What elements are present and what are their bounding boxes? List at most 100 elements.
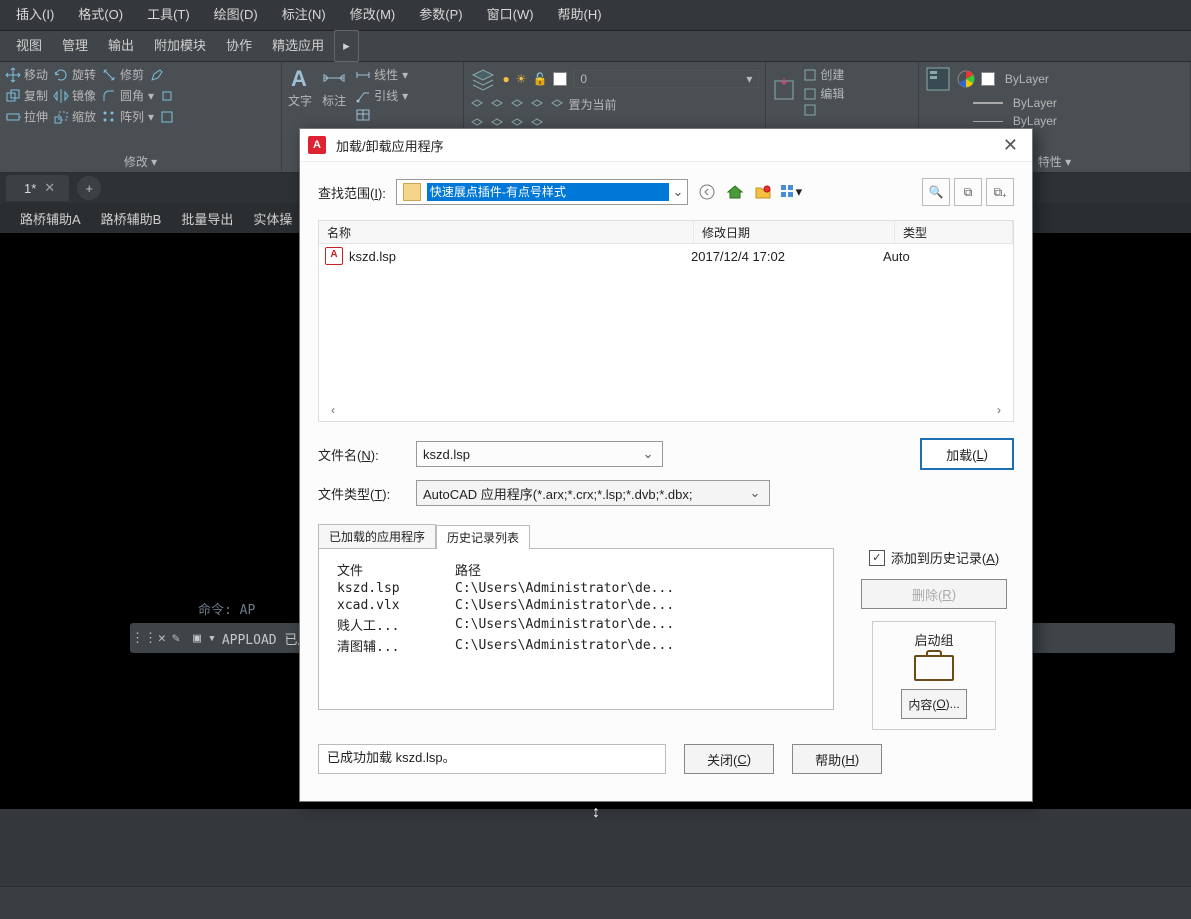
status-bar[interactable] [0,886,1191,919]
list-item[interactable]: xcad.vlxC:\Users\Administrator\de... [333,597,819,614]
layer-lock2-icon[interactable] [530,98,544,112]
ribbon-tab-output[interactable]: 输出 [98,31,144,61]
list-item[interactable]: 贱人工...C:\Users\Administrator\de... [333,614,819,635]
cmd-terminal-icon[interactable]: ▣ [186,631,208,646]
layer-state-bulb-icon[interactable]: ● [502,72,509,86]
tab-history[interactable]: 历史记录列表 [436,525,530,549]
menu-window[interactable]: 窗口(W) [475,0,546,30]
layer-freeze-icon[interactable] [510,98,524,112]
col-date[interactable]: 修改日期 [694,221,895,243]
cmd-chevron-icon[interactable]: ✎ [172,631,186,646]
block-edit[interactable]: 编辑 [804,85,844,102]
menu-insert[interactable]: 插入(I) [4,0,66,30]
menu-format[interactable]: 格式(O) [66,0,135,30]
addon-btn-d[interactable]: 实体操 [245,209,300,228]
chevron-down-icon[interactable]: ⌄ [640,446,656,462]
chevron-down-icon[interactable]: ⌄ [669,184,687,200]
menu-help[interactable]: 帮助(H) [546,0,614,30]
filetype-combo[interactable]: AutoCAD 应用程序(*.arx;*.crx;*.lsp;*.dvb;*.d… [416,480,770,506]
close-tab-icon[interactable]: ✕ [44,180,55,196]
cmd-close-icon[interactable]: ✕ [158,631,172,646]
stretch-tool[interactable]: 拉伸 [6,108,48,125]
cmd-handle-icon[interactable]: ⋮⋮ [130,631,158,646]
mirror-tool[interactable]: 镜像 [54,87,96,104]
addon-btn-export[interactable]: 批量导出 [173,209,241,228]
modify-panel-title[interactable]: 修改 ▾ [6,153,275,170]
misc-icon[interactable] [160,110,174,124]
ribbon-tab-manage[interactable]: 管理 [52,31,98,61]
nav-back-icon[interactable] [698,183,716,201]
dim-icon[interactable] [322,66,346,90]
nav-newfolder-icon[interactable] [754,183,772,201]
properties-icon[interactable] [925,66,951,92]
file-row[interactable]: Akszd.lsp 2017/12/4 17:02 Auto [319,244,1013,268]
block-create[interactable]: 创建 [804,66,844,83]
tool-search-icon[interactable]: 🔍 [922,178,950,206]
ribbon-tab-apps[interactable]: 精选应用 [262,31,334,61]
scroll-left-icon[interactable]: ‹ [331,403,335,417]
addon-btn-a[interactable]: 路桥辅助A [12,209,89,228]
rotate-tool[interactable]: 旋转 [54,66,96,83]
file-list[interactable]: 名称 修改日期 类型 Akszd.lsp 2017/12/4 17:02 Aut… [318,220,1014,422]
layer-make-current[interactable]: 置为当前 [550,96,616,113]
menu-draw[interactable]: 绘图(D) [202,0,270,30]
scale-tool[interactable]: 缩放 [54,108,96,125]
insert-icon[interactable] [772,78,798,104]
dim-tool[interactable]: 标注 [322,92,346,109]
col-type[interactable]: 类型 [895,221,1013,243]
layer-properties-icon[interactable] [470,66,496,92]
ribbon-play-icon[interactable]: ▸ [334,30,359,62]
briefcase-icon[interactable] [914,655,954,681]
current-layer-dropdown[interactable]: 0 ▾ [573,70,759,88]
history-list[interactable]: 文件路径 kszd.lspC:\Users\Administrator\de..… [318,548,834,710]
tab-loaded-apps[interactable]: 已加载的应用程序 [318,524,436,548]
ribbon-tab-collab[interactable]: 协作 [216,31,262,61]
help-button[interactable]: 帮助(H) [792,744,882,774]
scroll-right-icon[interactable]: › [997,403,1001,417]
layer-lock-icon[interactable]: 🔓 [532,72,547,86]
load-button[interactable]: 加载(L) [920,438,1014,470]
layer-color-icon[interactable] [553,72,567,86]
look-in-combo[interactable]: 快速展点插件-有点号样式 ⌄ [396,179,688,205]
table-tool[interactable] [356,108,408,122]
color-wheel-icon[interactable] [957,70,975,88]
dialog-close-button[interactable]: ✕ [997,135,1024,156]
copy-tool[interactable]: 复制 [6,87,48,104]
delete-button[interactable]: 删除(R) [861,579,1007,609]
menu-tools[interactable]: 工具(T) [135,0,202,30]
text-icon[interactable]: A [288,66,312,90]
trim-tool[interactable]: 修剪 [102,66,144,83]
list-item[interactable]: 清图辅...C:\Users\Administrator\de... [333,635,819,656]
dialog-titlebar[interactable]: A 加载/卸载应用程序 ✕ [300,129,1032,162]
contents-button[interactable]: 内容(O)... [901,689,966,719]
linear-tool[interactable]: 线性 ▾ [356,66,408,83]
menu-param[interactable]: 参数(P) [407,0,474,30]
document-tab[interactable]: 1*✕ [6,175,69,201]
array-tool[interactable]: 阵列 ▾ [102,108,154,125]
col-name[interactable]: 名称 [319,221,694,243]
close-button[interactable]: 关闭(C) [684,744,774,774]
block-attr[interactable] [804,104,844,116]
leader-tool[interactable]: 引线 ▾ [356,87,408,104]
filename-input[interactable]: kszd.lsp⌄ [416,441,663,467]
add-tab-button[interactable]: + [77,176,101,200]
ribbon-tab-view[interactable]: 视图 [6,31,52,61]
resize-arrow-icon[interactable]: ↕ [592,804,600,822]
edit-icon[interactable] [150,68,164,82]
bylayer-lweight[interactable]: ByLayer [973,96,1184,110]
bylayer-color[interactable]: ByLayer [981,72,1184,86]
tool-add-icon[interactable]: ⧉₊ [986,178,1014,206]
menu-dim[interactable]: 标注(N) [270,0,338,30]
chevron-down-icon[interactable]: ⌄ [747,485,763,501]
addon-btn-b[interactable]: 路桥辅助B [93,209,170,228]
layer-iso-icon[interactable] [470,98,484,112]
add-to-history-checkbox[interactable]: ✓添加到历史记录(A) [869,548,999,567]
layer-off-icon[interactable] [490,98,504,112]
bylayer-ltype[interactable]: ByLayer [973,114,1184,128]
explode-icon[interactable] [160,89,174,103]
list-item[interactable]: kszd.lspC:\Users\Administrator\de... [333,580,819,597]
text-tool[interactable]: 文字 [288,92,312,109]
ribbon-tab-addins[interactable]: 附加模块 [144,31,216,61]
nav-views-icon[interactable]: ▾ [782,183,800,201]
nav-up-icon[interactable] [726,183,744,201]
